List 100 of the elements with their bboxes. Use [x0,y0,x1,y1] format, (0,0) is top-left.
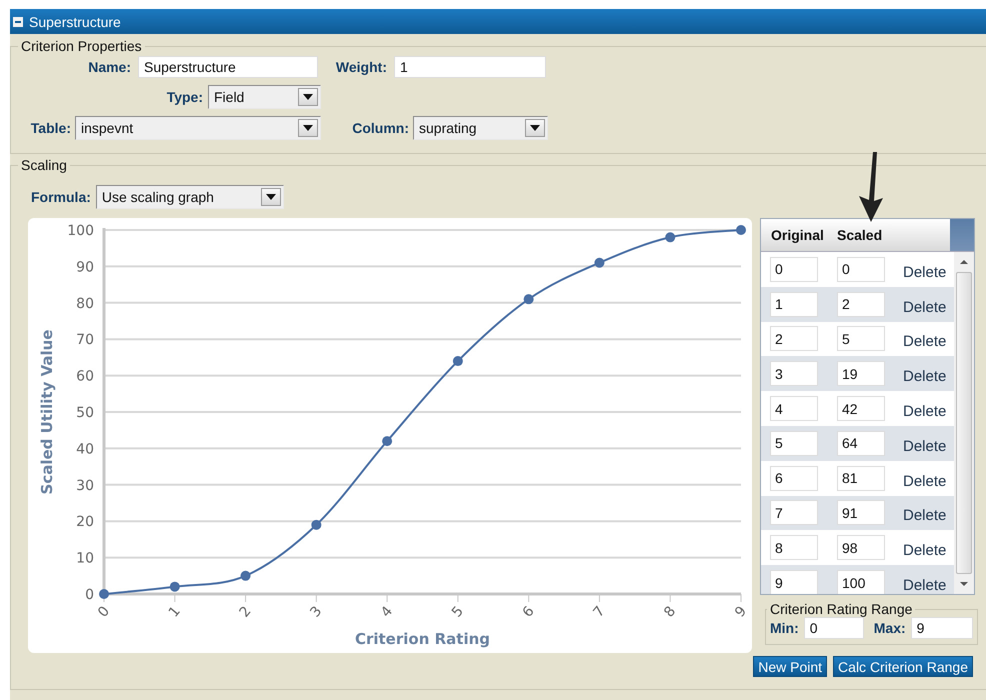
data-point [382,436,392,446]
axis-tick-label: 1 [166,603,184,621]
input-field[interactable]: 0 [837,256,885,282]
column-header: Scaled [837,227,884,243]
caret-icon [260,188,281,206]
field-label: Weight: [334,59,387,75]
tick-mark [598,594,600,602]
dropdown[interactable]: Field [208,85,321,109]
field-label: Column: [351,120,409,136]
field-label: Min: [770,620,799,636]
axis-tick-label: 9 [732,603,750,621]
axis-tick-label: 7 [590,603,608,621]
input-field[interactable]: 9 [770,570,818,594]
axis-tick-label: 20 [76,514,94,530]
tick-mark [316,594,317,602]
axis-tick-label: 60 [76,368,94,385]
input-field[interactable]: 2 [770,326,818,352]
input-field[interactable]: 81 [837,466,885,491]
delete-link[interactable]: Delete [903,507,946,524]
axis-tick-label: 3 [307,603,326,621]
data-point [170,582,180,592]
data-point [311,520,322,530]
input-field[interactable]: 42 [837,396,885,422]
field-label: Type: [166,89,203,105]
input-field[interactable]: 5 [837,326,885,352]
input-field[interactable]: 1 [770,292,818,317]
input-field[interactable]: 7 [770,500,818,526]
delete-link[interactable]: Delete [903,542,946,560]
section-legend: Criterion Properties [18,38,145,54]
field-label: Formula: [31,189,91,205]
axis-tick-label: 100 [67,223,94,239]
action-button[interactable]: Calc Criterion Range [833,656,973,677]
axis-tick-label: 90 [76,259,94,276]
delete-link[interactable]: Delete [903,577,946,594]
dropdown[interactable]: inspevnt [75,116,321,140]
delete-link[interactable]: Delete [903,368,946,386]
tick-mark [457,594,458,602]
column-header: Original [771,227,825,243]
input-field[interactable]: 5 [770,430,818,456]
input-field[interactable]: 64 [837,430,885,456]
field-label: Name: [87,59,131,75]
panel-title: Superstructure [29,14,121,30]
caret-icon [298,119,318,137]
input-field[interactable]: 4 [770,396,818,422]
data-point [240,570,251,581]
axis-tick-label: 40 [76,441,94,458]
input-field[interactable]: 3 [770,361,818,386]
tick-mark [245,594,246,602]
data-point [99,589,109,599]
axis-tick-label: 10 [76,550,94,567]
axis-tick-label: 8 [661,603,680,621]
axis-title: Scaled Utility Value [38,330,56,494]
input-field[interactable]: 0 [804,617,864,639]
axis-tick-label: 70 [76,332,94,348]
axis-tick-label: 80 [76,296,94,312]
header-corner [950,219,974,251]
input-field[interactable]: 100 [837,570,885,594]
input-field[interactable]: 0 [770,256,818,282]
collapse-icon[interactable] [13,16,23,26]
dropdown[interactable]: Use scaling graph [96,185,284,209]
input-field[interactable]: 8 [770,535,818,560]
delete-link[interactable]: Delete [903,403,946,420]
axis-tick-label: 0 [95,603,113,621]
axis-title: Criterion Rating [354,630,490,648]
delete-link[interactable]: Delete [903,472,946,490]
axis-tick-label: 30 [76,478,94,494]
delete-link[interactable]: Delete [903,264,946,281]
input-field[interactable]: 6 [770,466,818,491]
tick-mark [670,594,671,602]
input-field[interactable]: 1 [394,56,546,78]
input-field[interactable]: Superstructure [138,56,318,78]
delete-link[interactable]: Delete [903,438,946,455]
field-label: Table: [30,120,71,136]
input-field[interactable]: 9 [910,617,973,639]
input-field[interactable]: 2 [837,292,885,317]
data-point [524,294,534,304]
input-field[interactable]: 98 [837,535,885,560]
dropdown[interactable]: suprating [413,116,548,140]
section-legend: Criterion Rating Range [767,601,916,617]
caret-icon [298,88,318,106]
data-point [594,258,604,268]
data-point [665,232,676,242]
scroll-thumb[interactable] [956,272,972,574]
field-label: Max: [874,620,906,636]
tick-mark [174,594,176,602]
tick-mark [740,594,742,602]
scrollbar[interactable] [954,252,974,594]
data-point [736,225,746,235]
data-point [452,356,463,366]
axis-tick-label: 5 [448,603,467,621]
input-field[interactable]: 19 [837,361,885,386]
delete-link[interactable]: Delete [903,298,946,316]
caret-icon [525,119,545,137]
axis-tick-label: 4 [378,603,396,621]
input-field[interactable]: 91 [837,500,885,526]
delete-link[interactable]: Delete [903,333,946,350]
axis-tick-label: 50 [76,405,94,421]
action-button[interactable]: New Point [753,656,828,677]
section-legend: Scaling [18,157,70,173]
tick-mark [386,594,388,602]
